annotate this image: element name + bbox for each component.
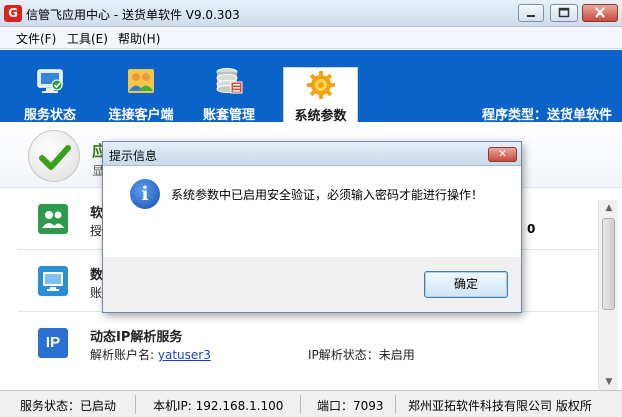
ip-status-value: 未启用	[378, 348, 415, 362]
scroll-up-icon[interactable]: ▲	[599, 200, 619, 216]
status-check-icon	[28, 130, 80, 182]
ok-button[interactable]: 确定	[424, 271, 508, 298]
list-item: IP 动态IP解析服务 解析账户名: yatuser3 IP解析状态：未启用	[18, 312, 598, 368]
account-link[interactable]: yatuser3	[158, 348, 211, 362]
tab-label: 账套管理	[202, 108, 255, 123]
database-icon	[216, 68, 243, 94]
row-subtitle: 解析账户名: yatuser3	[90, 346, 211, 363]
dialog-close-button[interactable]: ✕	[488, 147, 517, 162]
monitor-check-icon	[37, 69, 63, 93]
dialog-title-bar: 提示信息 ✕	[103, 142, 521, 166]
maximize-icon	[558, 7, 570, 18]
close-icon	[595, 7, 605, 18]
dialog-footer: 确定	[103, 257, 521, 312]
service-status: 服务状态：已启动	[20, 399, 117, 413]
maximize-button[interactable]	[550, 4, 578, 22]
users-icon	[128, 69, 154, 93]
row-subtitle: 账	[90, 286, 103, 300]
local-ip: 本机IP: 192.168.1.100	[153, 399, 284, 413]
ip-status: IP解析状态：未启用	[308, 346, 415, 363]
main-toolbar: 服务状态 连接客户端 账套管理 系统参数 程序类型：送货单软件	[0, 50, 622, 124]
title-bar: G 信管飞应用中心 - 送货单软件 V9.0.303	[0, 0, 622, 27]
close-icon: ✕	[498, 149, 507, 160]
scroll-down-icon[interactable]: ▼	[599, 374, 619, 390]
tab-system-parameters[interactable]: 系统参数	[283, 67, 358, 124]
status-divider	[135, 395, 136, 414]
menu-tools[interactable]: 工具(E)	[67, 30, 108, 47]
minimize-icon	[527, 15, 535, 17]
program-type-label: 程序类型：送货单软件	[481, 108, 612, 123]
tab-label: 连接客户端	[108, 108, 174, 123]
vertical-scrollbar[interactable]: ▲ ▼	[598, 200, 618, 390]
info-dialog: 提示信息 ✕ i 系统参数中已启用安全验证，必须输入密码才能进行操作！ 确定	[102, 141, 522, 313]
tab-connected-clients[interactable]: 连接客户端	[100, 50, 182, 123]
app-logo-icon: G	[4, 5, 22, 22]
users-icon	[38, 204, 68, 234]
row-subtitle: 授	[90, 224, 103, 238]
scroll-thumb[interactable]	[602, 218, 615, 310]
minimize-button[interactable]	[518, 4, 544, 22]
copyright: 郑州亚拓软件科技有限公司 版权所	[408, 399, 592, 413]
account-label: 解析账户名:	[90, 348, 155, 362]
tab-account-management[interactable]: 账套管理	[192, 50, 266, 123]
dialog-body: i 系统参数中已启用安全验证，必须输入密码才能进行操作！	[103, 167, 521, 257]
tab-service-status[interactable]: 服务状态	[14, 50, 86, 123]
menu-help[interactable]: 帮助(H)	[118, 30, 160, 47]
dialog-message: 系统参数中已启用安全验证，必须输入密码才能进行操作！	[171, 188, 484, 202]
tab-label: 服务状态	[23, 108, 76, 123]
window-title: 信管飞应用中心 - 送货单软件 V9.0.303	[26, 8, 240, 22]
status-divider	[395, 395, 396, 414]
value-text: 0	[527, 222, 536, 236]
menu-bar: 文件(F) 工具(E) 帮助(H)	[0, 27, 622, 49]
ip-status-label: IP解析状态：	[308, 348, 379, 362]
port: 端口：7093	[317, 399, 384, 413]
gear-icon	[306, 71, 335, 99]
status-bar: 服务状态：已启动 本机IP: 192.168.1.100 端口：7093 郑州亚…	[0, 390, 622, 417]
row-title: 动态IP解析服务	[90, 330, 183, 345]
ip-icon: IP	[38, 328, 68, 358]
close-button[interactable]	[582, 4, 618, 22]
info-icon: i	[130, 179, 160, 209]
status-divider	[300, 395, 301, 414]
monitor-icon	[38, 266, 68, 296]
menu-file[interactable]: 文件(F)	[16, 30, 56, 47]
dialog-title: 提示信息	[109, 149, 158, 163]
